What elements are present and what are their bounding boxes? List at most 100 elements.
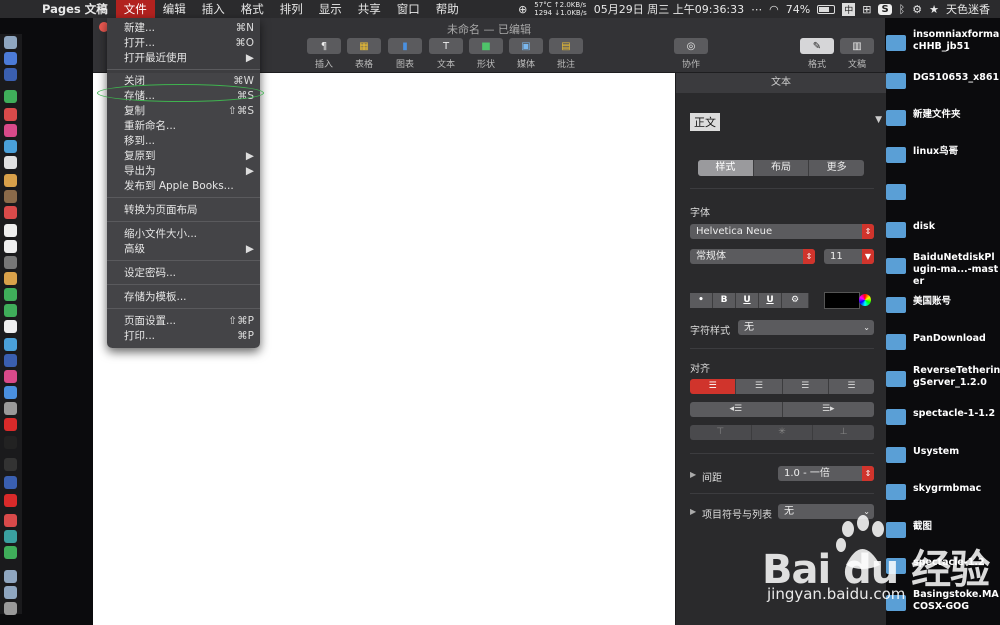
menu-item-duplicate[interactable]: 复制 ⇧⌘S: [124, 104, 254, 118]
app-icon-5[interactable]: [4, 108, 17, 121]
grid-icon[interactable]: ⊞: [862, 3, 871, 16]
messages-icon[interactable]: [4, 288, 17, 301]
toolbar-format[interactable]: ✎ 格式: [800, 38, 834, 70]
align-left-icon[interactable]: ☰: [690, 379, 737, 394]
gear-icon[interactable]: ⚙: [912, 3, 922, 16]
desktop-item[interactable]: DG510653_x861: [886, 67, 1000, 97]
facetime-icon[interactable]: [4, 304, 17, 317]
menu-item-page-setup[interactable]: 页面设置... ⇧⌘P: [124, 314, 254, 328]
s-app-icon[interactable]: S: [878, 3, 892, 15]
menu-arrange[interactable]: 排列: [272, 0, 311, 18]
desktop-item[interactable]: [886, 178, 1000, 208]
music-icon[interactable]: [4, 370, 17, 383]
menu-item-reduce-size[interactable]: 缩小文件大小...: [124, 227, 254, 241]
app-icon-26[interactable]: [4, 458, 17, 471]
menu-item-convert-layout[interactable]: 转换为页面布局: [124, 203, 254, 217]
menu-item-save-template[interactable]: 存储为模板...: [124, 290, 254, 304]
menu-item-export-to[interactable]: 导出为 ▶: [124, 164, 254, 178]
menu-insert[interactable]: 插入: [194, 0, 233, 18]
menu-item-open-recent[interactable]: 打开最近使用 ▶: [124, 51, 254, 65]
vpn-icon[interactable]: [4, 476, 17, 489]
menu-help[interactable]: 帮助: [428, 0, 467, 18]
menu-item-set-password[interactable]: 设定密码...: [124, 266, 254, 280]
menu-item-advanced[interactable]: 高级 ▶: [124, 242, 254, 256]
menu-file[interactable]: 文件: [115, 0, 155, 18]
app-icon-13[interactable]: [4, 240, 17, 253]
safari-icon[interactable]: [4, 68, 17, 81]
desktop-item[interactable]: linux鸟哥: [886, 141, 1000, 171]
datetime[interactable]: 05月29日 周三 上午09:36:33: [594, 1, 744, 17]
font-size-field[interactable]: 11 ▼: [824, 249, 874, 264]
spacing-select[interactable]: 1.0 - 一倍 ⇕: [778, 466, 874, 481]
tab-more[interactable]: 更多: [809, 160, 864, 176]
globe-icon[interactable]: ⊕: [518, 3, 527, 16]
desktop-item[interactable]: ReverseTetheringServer_1.2.0: [886, 365, 1000, 395]
terminal-icon[interactable]: [4, 436, 17, 449]
netease-icon[interactable]: [4, 514, 17, 527]
menu-edit[interactable]: 编辑: [155, 0, 194, 18]
desktop-item[interactable]: 新建文件夹: [886, 104, 1000, 134]
app-icon-30[interactable]: [4, 530, 17, 543]
menu-view[interactable]: 显示: [311, 0, 350, 18]
menu-item-open[interactable]: 打开... ⌘O: [124, 36, 254, 50]
toolbar-document[interactable]: ▥ 文稿: [840, 38, 874, 70]
underline-button[interactable]: U: [736, 293, 759, 308]
indent-icon[interactable]: ☰▸: [782, 402, 874, 417]
menu-format[interactable]: 格式: [233, 0, 272, 18]
photos-icon[interactable]: [4, 272, 17, 285]
menu-window[interactable]: 窗口: [389, 0, 428, 18]
toolbar-collaborate[interactable]: ◎ 协作: [674, 38, 708, 70]
toolbar-comment[interactable]: ▤ 批注: [549, 38, 583, 70]
android-icon[interactable]: [4, 90, 17, 103]
star-icon[interactable]: ★: [929, 3, 939, 16]
menu-share[interactable]: 共享: [350, 0, 389, 18]
finder-icon[interactable]: [4, 36, 17, 49]
folder-icon[interactable]: [4, 570, 17, 583]
align-middle-icon[interactable]: ✳: [751, 425, 814, 440]
dots-icon[interactable]: ⋯: [751, 3, 762, 16]
desktop-item[interactable]: disk: [886, 216, 1000, 246]
menu-item-rename[interactable]: 重新命名...: [124, 119, 254, 133]
chevron-down-icon[interactable]: ▼: [875, 115, 882, 125]
menu-item-print[interactable]: 打印... ⌘P: [124, 329, 254, 343]
strike-button[interactable]: U: [759, 293, 782, 308]
app-icon-8[interactable]: [4, 156, 17, 169]
disclosure-triangle-icon[interactable]: ▶: [690, 507, 696, 516]
app-icon-6[interactable]: [4, 124, 17, 137]
wechat-icon[interactable]: [4, 546, 17, 559]
toolbar-text[interactable]: T 文本: [429, 38, 463, 70]
toolbar-insert[interactable]: ¶ 插入: [307, 38, 341, 70]
font-style-select[interactable]: 常规体 ⇕: [690, 249, 815, 264]
menu-app[interactable]: Pages 文稿: [32, 0, 116, 18]
align-top-icon[interactable]: ⊤: [690, 425, 752, 440]
bluetooth-icon[interactable]: ᛒ: [899, 3, 906, 16]
paragraph-style[interactable]: 正文: [690, 113, 720, 131]
color-wheel-icon[interactable]: [859, 294, 871, 306]
tab-layout[interactable]: 布局: [754, 160, 810, 176]
app-icon-12[interactable]: [4, 224, 17, 237]
bold-button[interactable]: B: [713, 293, 736, 308]
menu-item-revert-to[interactable]: 复原到 ▶: [124, 149, 254, 163]
desktop-item[interactable]: Usystem: [886, 441, 1000, 471]
desktop-item[interactable]: BaiduNetdiskPlugin-ma...-master: [886, 252, 1000, 287]
app-icon-19[interactable]: [4, 338, 17, 351]
toolbar-table[interactable]: ▦ 表格: [347, 38, 381, 70]
desktop-item[interactable]: PanDownload: [886, 328, 1000, 358]
menu-item-publish-books[interactable]: 发布到 Apple Books...: [124, 179, 254, 193]
wifi-icon[interactable]: ◠: [769, 3, 779, 16]
outdent-icon[interactable]: ◂☰: [690, 402, 783, 417]
preferences-icon[interactable]: [4, 402, 17, 415]
menu-item-move-to[interactable]: 移到...: [124, 134, 254, 148]
launchpad-icon[interactable]: [4, 52, 17, 65]
text-color-swatch[interactable]: [824, 292, 860, 309]
input-method[interactable]: 中: [842, 2, 856, 16]
app-icon-10[interactable]: [4, 190, 17, 203]
font-name-select[interactable]: Helvetica Neue ⇕: [690, 224, 874, 239]
system-stats[interactable]: 57°C ↑2.0KB/s 1294 ↓1.0KB/s: [534, 1, 586, 17]
menu-item-new[interactable]: 新建... ⌘N: [124, 21, 254, 35]
text-options-button[interactable]: ⚙: [782, 293, 809, 308]
battery-percent[interactable]: 74%: [786, 3, 810, 16]
char-style-select[interactable]: 无 ⌄: [738, 320, 874, 335]
battery-icon[interactable]: [817, 4, 836, 14]
downloads-icon[interactable]: [4, 586, 17, 599]
